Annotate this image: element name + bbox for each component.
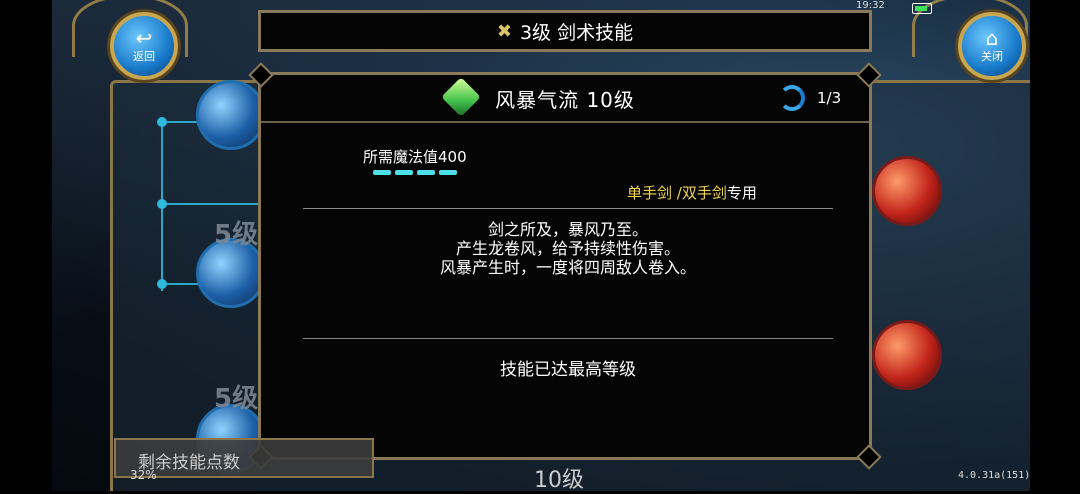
weapon-types: 单手剑 /双手剑 xyxy=(627,184,727,202)
header-title: 3级 剑术技能 xyxy=(519,21,634,44)
tree-node xyxy=(157,279,167,289)
battery-percent: 32% xyxy=(130,468,157,482)
battery-icon xyxy=(912,3,932,14)
tree-level-label: 5级 xyxy=(214,384,259,414)
description-line: 剑之所及，暴风乃至。 xyxy=(487,220,648,239)
page-switch-icon[interactable] xyxy=(779,85,805,111)
version-label: 4.0.31a(151) xyxy=(958,470,1031,481)
home-icon: ⌂ xyxy=(985,26,999,50)
mp-bar-segment xyxy=(395,170,413,175)
mp-required: 所需魔法值400 xyxy=(363,148,467,166)
header-bar: ✖ 3级 剑术技能 xyxy=(258,10,872,52)
divider xyxy=(303,338,833,339)
swords-icon: ✖ xyxy=(496,20,512,42)
back-button-label: 返回 xyxy=(133,50,155,63)
max-level-text: 技能已达最高等级 xyxy=(500,360,636,380)
back-arrow-icon: ↩ xyxy=(135,26,153,50)
skill-detail-dialog: 风暴气流 10级 1/3 所需魔法值400 单手剑 /双手剑专用 剑之所及，暴风… xyxy=(248,62,882,470)
divider xyxy=(303,208,833,209)
description-line: 产生龙卷风，给予持续性伤害。 xyxy=(455,239,680,258)
mp-bar-segment xyxy=(417,170,435,175)
page-indicator: 1/3 xyxy=(817,89,842,107)
description-line: 风暴产生时，一度将四周敌人卷入。 xyxy=(439,258,696,277)
tree-node xyxy=(157,117,167,127)
mp-bar-segment xyxy=(439,170,457,175)
skill-orb[interactable] xyxy=(872,156,942,226)
skill-orb[interactable] xyxy=(196,80,266,150)
mp-bar-segment xyxy=(373,170,391,175)
dialog-title-row: 风暴气流 10级 xyxy=(261,75,869,123)
skill-description: 剑之所及，暴风乃至。 产生龙卷风，给予持续性伤害。 风暴产生时，一度将四周敌人卷… xyxy=(303,220,833,277)
weapon-requirement: 单手剑 /双手剑专用 xyxy=(627,182,757,203)
tree-level-label: 10级 xyxy=(534,468,584,493)
close-button-label: 关闭 xyxy=(981,50,1003,63)
close-button[interactable]: ⌂ 关闭 xyxy=(958,12,1026,80)
back-button[interactable]: ↩ 返回 xyxy=(110,12,178,80)
skill-orb[interactable] xyxy=(872,320,942,390)
tree-node xyxy=(157,199,167,209)
skill-name: 风暴气流 10级 xyxy=(495,87,635,112)
weapon-suffix: 专用 xyxy=(726,184,757,202)
tree-level-label: 5级 xyxy=(214,220,259,250)
